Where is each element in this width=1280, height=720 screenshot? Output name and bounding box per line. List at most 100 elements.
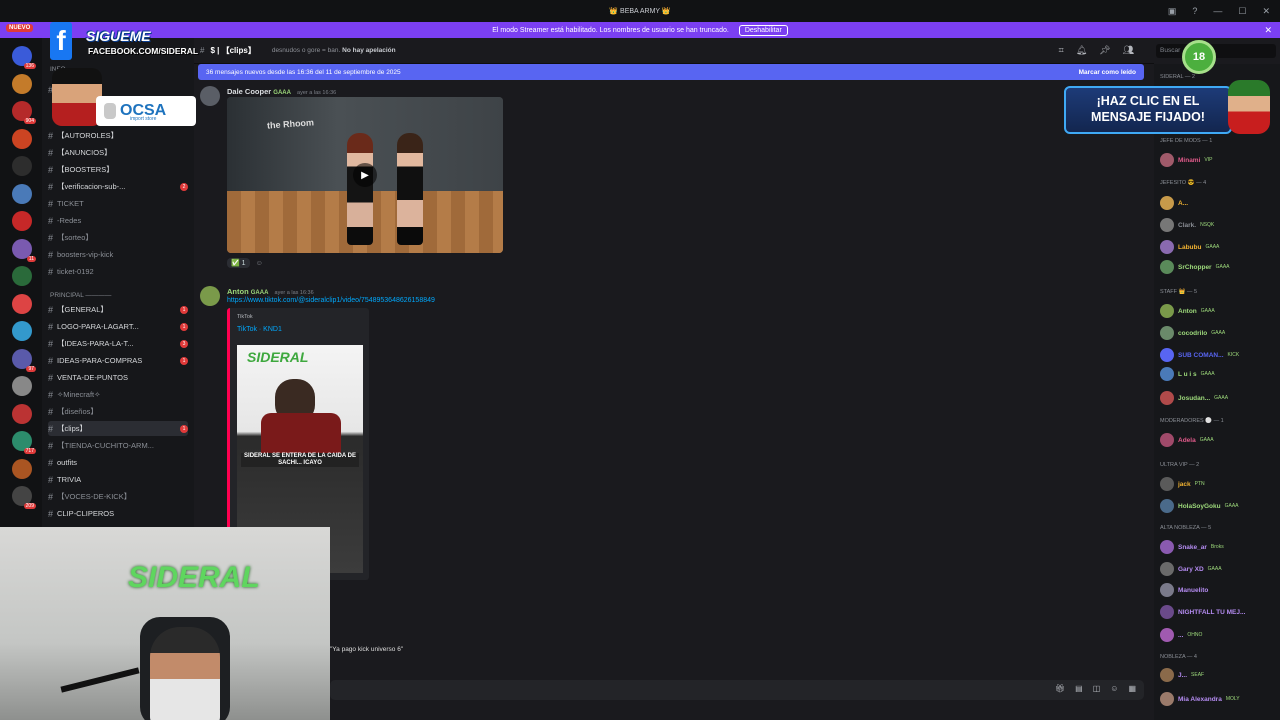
close-banner-icon[interactable]: ✕ xyxy=(1264,25,1272,36)
server-icon[interactable]: 11 xyxy=(12,238,36,262)
channel-item[interactable]: # 【verificacion-sub-... 2 xyxy=(48,179,188,194)
new-messages-bar[interactable]: 36 mensajes nuevos desde las 16:36 del 1… xyxy=(198,64,1144,80)
close-window-icon[interactable]: ✕ xyxy=(1262,6,1270,17)
server-icon[interactable] xyxy=(12,321,32,341)
channel-item[interactable]: # 【clips】 1 xyxy=(48,421,188,436)
apps-icon[interactable]: ▦ xyxy=(1128,684,1136,693)
member-item[interactable]: NIGHTFALL TU MEJ... xyxy=(1160,604,1278,620)
maximize-icon[interactable]: ☐ xyxy=(1238,6,1246,17)
gif-icon[interactable]: ▤ xyxy=(1075,684,1083,693)
channel-item[interactable]: # ticket-0192 xyxy=(48,264,188,279)
channel-item[interactable]: # VENTA-DE-PUNTOS xyxy=(48,370,188,385)
video-attachment[interactable]: the Rhoom ▶ xyxy=(227,97,503,253)
member-category: ULTRA VIP — 2 xyxy=(1160,462,1200,468)
server-icon[interactable]: 209 xyxy=(12,486,36,509)
member-category: JEFESITO 😎 — 4 xyxy=(1160,180,1207,186)
member-item[interactable]: Labubu GAAA xyxy=(1160,239,1278,255)
server-icon[interactable]: 97 xyxy=(12,348,36,372)
hash-icon: # xyxy=(48,164,54,175)
channel-item[interactable]: # 【BOOSTERS】 xyxy=(48,162,188,177)
help-icon[interactable]: ? xyxy=(1192,6,1197,16)
channel-item[interactable]: # TRIVIA xyxy=(48,472,188,487)
channel-item[interactable]: # -Redes xyxy=(48,213,188,228)
channel-item[interactable]: # boosters-vip-kick xyxy=(48,247,188,262)
member-item[interactable]: Mia Alexandra MOLY xyxy=(1160,691,1278,707)
channel-item[interactable]: # 【AUTOROLES】 xyxy=(48,128,188,143)
server-icon[interactable]: 717 xyxy=(12,431,36,454)
avatar[interactable] xyxy=(200,86,220,106)
channel-name: 【ANUNCIOS】 xyxy=(57,148,112,157)
embed-title[interactable]: TikTok · KND1 xyxy=(237,326,282,333)
sticker-icon[interactable]: ◫ xyxy=(1093,684,1101,693)
play-icon[interactable]: ▶ xyxy=(353,163,377,187)
mark-as-read-button[interactable]: Marcar como leído xyxy=(1079,69,1136,76)
pin-icon[interactable]: 📌︎ xyxy=(1099,45,1110,56)
channel-item[interactable]: # 【TIENDA-CUCHITO-ARM... xyxy=(48,438,188,453)
channel-item[interactable]: # 【sorteo】 xyxy=(48,230,188,245)
server-icon[interactable] xyxy=(12,128,32,149)
channel-header: # $ | 【clips】 desnudos o gore = ban. No … xyxy=(194,38,1154,64)
server-icon[interactable] xyxy=(12,403,32,424)
member-item[interactable]: Adela GAAA xyxy=(1160,432,1278,448)
bell-icon[interactable]: 🔔︎ xyxy=(1076,45,1087,56)
server-icon[interactable] xyxy=(12,376,32,396)
threads-icon[interactable]: ⌗ xyxy=(1059,45,1064,56)
members-icon[interactable]: 👥︎ xyxy=(1123,45,1134,56)
add-reaction-icon[interactable]: ☺ xyxy=(256,260,263,267)
member-item[interactable]: Anton GAAA xyxy=(1160,303,1278,319)
role-tag: GAAA xyxy=(1207,566,1222,572)
member-item[interactable]: A... xyxy=(1160,195,1278,211)
server-icon[interactable] xyxy=(12,183,32,204)
server-icon[interactable] xyxy=(12,293,32,314)
member-item[interactable]: J... SEAF xyxy=(1160,667,1278,683)
channel-item[interactable]: # 【diseños】 xyxy=(48,404,188,419)
channel-item[interactable]: # ✧Minecraft✧ xyxy=(48,387,188,402)
role-tag: OHNO xyxy=(1187,632,1203,638)
member-item[interactable]: cocodrilo GAAA xyxy=(1160,325,1278,341)
channel-item[interactable]: # 【VOCES-DE-KICK】 xyxy=(48,489,188,504)
server-icon[interactable] xyxy=(12,458,32,479)
avatar xyxy=(1160,260,1174,274)
tiktok-link[interactable]: https://www.tiktok.com/@sideralclip1/vid… xyxy=(227,297,435,304)
channel-item[interactable]: # 【GENERAL】 1 xyxy=(48,302,188,317)
member-item[interactable]: Manuelito xyxy=(1160,582,1278,598)
channel-name: TRIVIA xyxy=(57,475,82,484)
member-item[interactable]: Minami VIP xyxy=(1160,152,1278,168)
message-author[interactable]: Anton GAAA ayer a las 16:36 xyxy=(227,287,314,296)
channel-item[interactable]: # 【ANUNCIOS】 xyxy=(48,145,188,160)
channel-item[interactable]: # IDEAS-PARA-COMPRAS 1 xyxy=(48,353,188,368)
member-item[interactable]: Josudan... GAAA xyxy=(1160,390,1278,406)
gift-icon[interactable]: 🎁︎ xyxy=(1055,684,1065,693)
member-item[interactable]: ... OHNO xyxy=(1160,627,1278,643)
disable-streamer-button[interactable]: Deshabilitar xyxy=(738,24,788,36)
server-icon[interactable] xyxy=(12,156,32,176)
search-input[interactable]: Buscar xyxy=(1156,44,1276,58)
message-author[interactable]: Dale Cooper GAAA ayer a las 16:36 xyxy=(227,87,336,96)
member-item[interactable]: HolaSoyGoku GAAA xyxy=(1160,498,1278,514)
server-icon[interactable] xyxy=(12,266,32,286)
inbox-icon[interactable]: ▣ xyxy=(1168,6,1177,17)
avatar[interactable] xyxy=(200,286,220,306)
member-item[interactable]: SUB COMAN... KICK xyxy=(1160,347,1278,363)
member-item[interactable]: jack PTN xyxy=(1160,476,1278,492)
member-item[interactable]: Snake_ar Broks xyxy=(1160,539,1278,555)
member-item[interactable]: SrChopper GAAA xyxy=(1160,259,1278,275)
channel-item[interactable]: # CLIP-CLIPEROS xyxy=(48,506,188,521)
channel-item[interactable]: # LOGO-PARA-LAGART... 1 xyxy=(48,319,188,334)
category-principal[interactable]: PRINCIPAL ———— xyxy=(50,292,111,299)
message-composer[interactable]: 🎁︎ ▤ ◫ ☺ ▦ xyxy=(330,680,1144,700)
minimize-icon[interactable]: — xyxy=(1213,6,1222,16)
server-icon[interactable]: 904 xyxy=(12,101,36,124)
member-item[interactable]: Gary XD GAAA xyxy=(1160,561,1278,577)
member-item[interactable]: Clark. NSQK xyxy=(1160,217,1278,233)
server-icon[interactable] xyxy=(12,73,32,94)
reaction-check[interactable]: ✅ 1 xyxy=(227,258,250,268)
channel-item[interactable]: # outfits xyxy=(48,455,188,470)
hash-icon: # xyxy=(48,181,54,192)
server-icon[interactable]: 136 xyxy=(12,46,36,69)
channel-item[interactable]: # TICKET xyxy=(48,196,188,211)
member-item[interactable]: L u i s GAAA xyxy=(1160,366,1278,382)
channel-item[interactable]: # 【IDEAS-PARA-LA-T... 3 xyxy=(48,336,188,351)
emoji-icon[interactable]: ☺ xyxy=(1110,684,1118,693)
server-icon[interactable] xyxy=(12,211,32,231)
